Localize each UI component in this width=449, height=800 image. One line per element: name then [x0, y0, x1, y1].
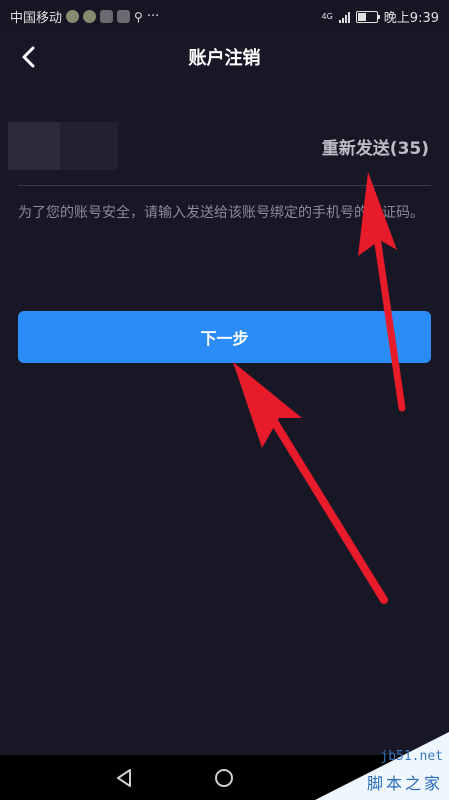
watermark-url: jb51.net — [380, 749, 443, 764]
app-notification-icon-2 — [100, 10, 114, 23]
page-title: 账户注销 — [188, 48, 261, 69]
status-right: 4G 晚上9:39 — [321, 7, 439, 26]
clock: 晚上9:39 — [383, 11, 439, 26]
annotation-arrows — [233, 172, 406, 604]
resend-code-button[interactable]: 重新发送(35) — [322, 134, 429, 159]
code-digit-box[interactable] — [8, 122, 60, 170]
battery-icon — [355, 10, 380, 23]
key-icon: ⚲ — [134, 9, 143, 24]
site-watermark: jb51.net 脚本之家 — [315, 732, 449, 800]
app-header: 账户注销 — [0, 32, 449, 82]
code-digit-box[interactable] — [60, 122, 118, 170]
arrow-to-next-button — [233, 362, 388, 604]
status-bar: 中国移动 ⚲ ··· 4G 晚上9:39 — [0, 0, 449, 32]
carrier-label: 中国移动 — [10, 11, 63, 26]
next-step-button[interactable]: 下一步 — [18, 311, 431, 363]
more-notifications: ··· — [146, 9, 160, 24]
watermark-name: 脚本之家 — [366, 774, 443, 793]
network-type: 4G — [321, 12, 333, 21]
status-left: 中国移动 ⚲ ··· — [10, 7, 159, 26]
verification-code-input[interactable] — [8, 122, 118, 170]
message-icon — [66, 10, 80, 23]
app-notification-icon — [83, 10, 97, 23]
verification-hint: 为了您的账号安全，请输入发送给该账号绑定的手机号的验证码。 — [18, 205, 424, 221]
nav-back-icon[interactable] — [113, 767, 135, 789]
input-underline — [18, 185, 431, 186]
signal-icon — [338, 11, 350, 23]
app-notification-icon-3 — [117, 10, 131, 23]
nav-home-icon[interactable] — [213, 767, 235, 789]
